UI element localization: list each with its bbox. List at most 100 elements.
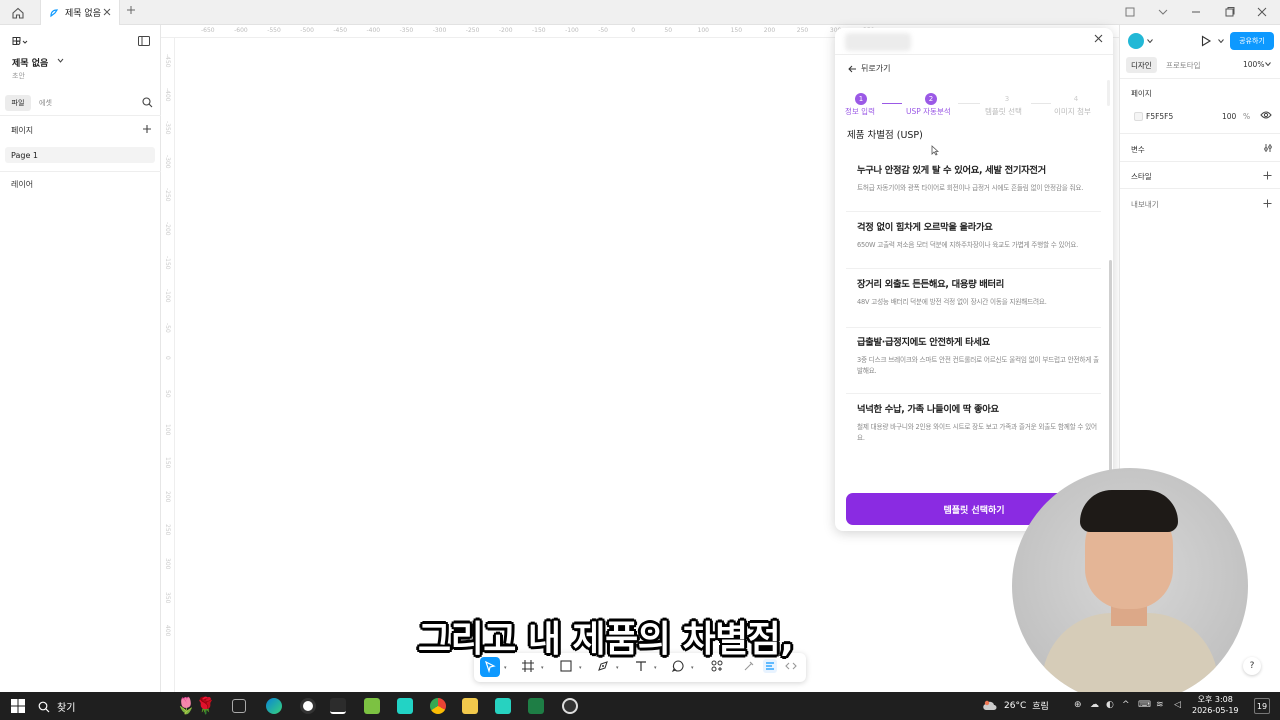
chevron-down-icon[interactable] — [1157, 6, 1169, 18]
ruler-tick: -300 — [432, 27, 447, 34]
help-button[interactable]: ? — [1243, 657, 1261, 675]
notification-badge[interactable]: 19 — [1254, 698, 1270, 714]
chevron-down-icon[interactable] — [1265, 62, 1271, 66]
minimize-icon[interactable] — [1190, 6, 1202, 18]
usp-item[interactable]: 누구나 안정감 있게 탈 수 있어요, 세발 전기자전거 트허급 자동기이와 광… — [846, 156, 1101, 212]
usp-item[interactable]: 장거리 외출도 든든해요, 대용량 배터리 48V 고성능 배터리 덕분에 방전… — [846, 270, 1101, 328]
keyboard-icon[interactable]: ⌨ — [1138, 700, 1151, 710]
close-tab-icon[interactable] — [103, 8, 111, 16]
home-icon[interactable] — [10, 5, 26, 21]
usp-item[interactable]: 급출발·급정지에도 안전하게 타세요 3중 디스크 브레이크와 스마트 안전 컨… — [846, 328, 1101, 394]
ruler-tick: 350 — [164, 591, 171, 604]
zoom-level[interactable]: 100% — [1243, 60, 1264, 69]
file-explorer-icon[interactable] — [462, 698, 478, 714]
obs-icon[interactable] — [300, 698, 316, 714]
ruler-tick: -100 — [565, 27, 579, 34]
figma-menu-icon[interactable] — [12, 37, 28, 47]
chevron-down-icon[interactable] — [1218, 39, 1224, 43]
share-button[interactable]: 공유하기 — [1230, 32, 1274, 50]
add-page-icon[interactable] — [142, 124, 152, 134]
scrollbar[interactable] — [1109, 260, 1112, 492]
eye-icon[interactable] — [1260, 110, 1272, 120]
close-window-icon[interactable] — [1256, 6, 1268, 18]
app-icon[interactable] — [562, 698, 578, 714]
file-tab[interactable]: 제목 없음 — [40, 0, 120, 25]
ruler-tick: -50 — [164, 322, 171, 333]
browser-tab-bar: 제목 없음 — [0, 0, 1280, 25]
windows-start-icon[interactable] — [11, 699, 25, 713]
taskbar-search[interactable]: 찾기 — [38, 699, 75, 714]
weather-widget[interactable]: 26°C 흐림 — [982, 699, 1049, 712]
usp-item[interactable]: 넉넉한 수납, 가족 나들이에 딱 좋아요 철제 대용량 바구니와 2인용 와이… — [846, 395, 1101, 461]
windows-taskbar: 찾기 🌷🌹 26°C 흐림 ⊕ ☁ ◐ ^ ⌨ ≋ ◁ 오후 3:08 2026… — [0, 692, 1280, 720]
ruler-tick: -300 — [164, 154, 171, 169]
blurred-plugin-title — [845, 33, 911, 51]
add-style-icon[interactable] — [1263, 171, 1272, 180]
close-icon[interactable] — [1094, 34, 1103, 43]
clock-date: 2026-05-19 — [1192, 706, 1239, 715]
file-assets-switch: 파일 에셋 — [5, 95, 155, 111]
flower-widget-icon[interactable]: 🌷🌹 — [176, 696, 216, 715]
step-4-label: 이미지 첨부 — [1054, 107, 1091, 116]
usp-title: 장거리 외출도 든든해요, 대용량 배터리 — [857, 279, 1005, 290]
chevron-down-icon[interactable]: ▾ — [654, 665, 657, 671]
file-name[interactable]: 제목 없음 — [12, 56, 48, 69]
taskbar-clock[interactable]: 오후 3:08 2026-05-19 — [1192, 694, 1239, 716]
step-connector — [882, 103, 902, 104]
divider — [1120, 78, 1280, 79]
excel-icon[interactable] — [528, 698, 544, 714]
back-button[interactable]: 뒤로가기 — [848, 63, 890, 74]
ruler-tick: 300 — [164, 558, 171, 570]
ruler-tick: -450 — [164, 54, 171, 68]
chevron-down-icon[interactable]: ▾ — [691, 665, 694, 671]
usp-desc: 트허급 자동기이와 광폭 타이어로 회전이나 급정거 시에도 흔들림 없이 안정… — [857, 184, 1084, 192]
tab-file[interactable]: 파일 — [5, 95, 31, 111]
avatar[interactable] — [1128, 33, 1144, 49]
restore-icon[interactable] — [1223, 6, 1235, 18]
tab-assets[interactable]: 에셋 — [39, 95, 52, 111]
wifi-icon[interactable]: ≋ — [1156, 700, 1164, 710]
ruler-tick: -250 — [164, 188, 171, 203]
volume-icon[interactable]: ◁ — [1174, 700, 1181, 710]
new-tab-icon[interactable] — [126, 5, 136, 15]
tab-design[interactable]: 디자인 — [1126, 57, 1157, 73]
variables-section-title: 변수 — [1131, 145, 1145, 154]
app-icon[interactable] — [397, 698, 413, 714]
edge-icon[interactable] — [266, 698, 282, 714]
back-label: 뒤로가기 — [861, 64, 891, 73]
background-hex-input[interactable]: F5F5F5 — [1146, 112, 1173, 121]
ruler-tick: -200 — [498, 27, 513, 34]
app-icon[interactable] — [495, 698, 511, 714]
page-item[interactable]: Page 1 — [5, 147, 155, 163]
chrome-icon[interactable] — [430, 698, 446, 714]
tray-chevron-icon[interactable]: ^ — [1122, 700, 1130, 710]
tray-cloud-icon[interactable]: ☁ — [1090, 700, 1099, 710]
background-opacity-input[interactable]: 100 — [1222, 112, 1236, 121]
chevron-down-icon[interactable] — [57, 58, 64, 63]
step-4-dot: 4 — [1070, 93, 1082, 105]
variables-settings-icon[interactable] — [1263, 143, 1273, 153]
tray-icon[interactable]: ⊕ — [1074, 700, 1082, 710]
cloud-icon — [982, 700, 998, 712]
present-play-icon[interactable] — [1200, 35, 1212, 47]
tray-icon[interactable]: ◐ — [1106, 700, 1114, 710]
notepad-icon[interactable] — [364, 698, 380, 714]
bookmark-icon[interactable] — [1124, 6, 1136, 18]
weather-text: 흐림 — [1032, 702, 1049, 712]
chevron-down-icon[interactable]: ▾ — [616, 665, 619, 671]
search-icon[interactable] — [142, 97, 153, 108]
chevron-down-icon[interactable]: ▾ — [579, 665, 582, 671]
figma-icon[interactable] — [330, 698, 346, 714]
panel-toggle-icon[interactable] — [138, 36, 150, 46]
chevron-down-icon[interactable] — [1147, 39, 1153, 43]
chevron-down-icon[interactable]: ▾ — [504, 665, 507, 671]
tab-title: 제목 없음 — [65, 9, 101, 19]
chevron-down-icon[interactable]: ▾ — [541, 665, 544, 671]
add-export-icon[interactable] — [1263, 199, 1272, 208]
usp-item[interactable]: 걱정 없이 힘차게 오르막을 올라가요 650W 고출력 저소음 모터 덕분에 … — [846, 213, 1101, 269]
background-color-swatch[interactable] — [1134, 112, 1143, 121]
task-view-icon[interactable] — [232, 699, 246, 713]
canvas[interactable]: -650 -600 -550 -500 -450 -400 -350 -300 -250 -200… — [161, 25, 1119, 692]
divider — [0, 171, 161, 172]
tab-prototype[interactable]: 프로토타입 — [1166, 57, 1201, 73]
